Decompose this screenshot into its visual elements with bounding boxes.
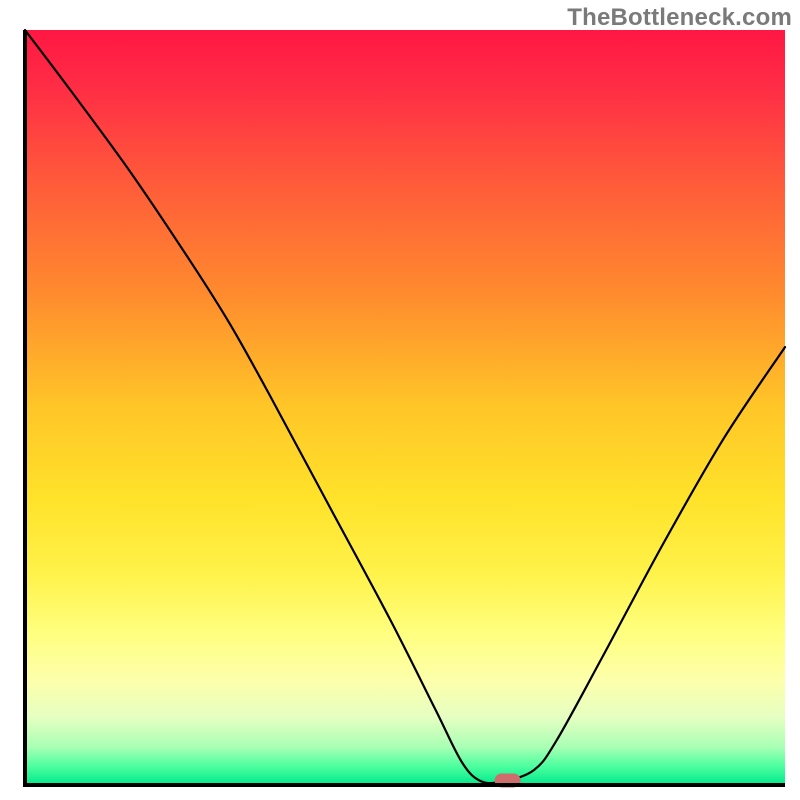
bottleneck-chart (0, 0, 800, 800)
plot-area (25, 30, 785, 785)
watermark-text: TheBottleneck.com (567, 4, 792, 32)
